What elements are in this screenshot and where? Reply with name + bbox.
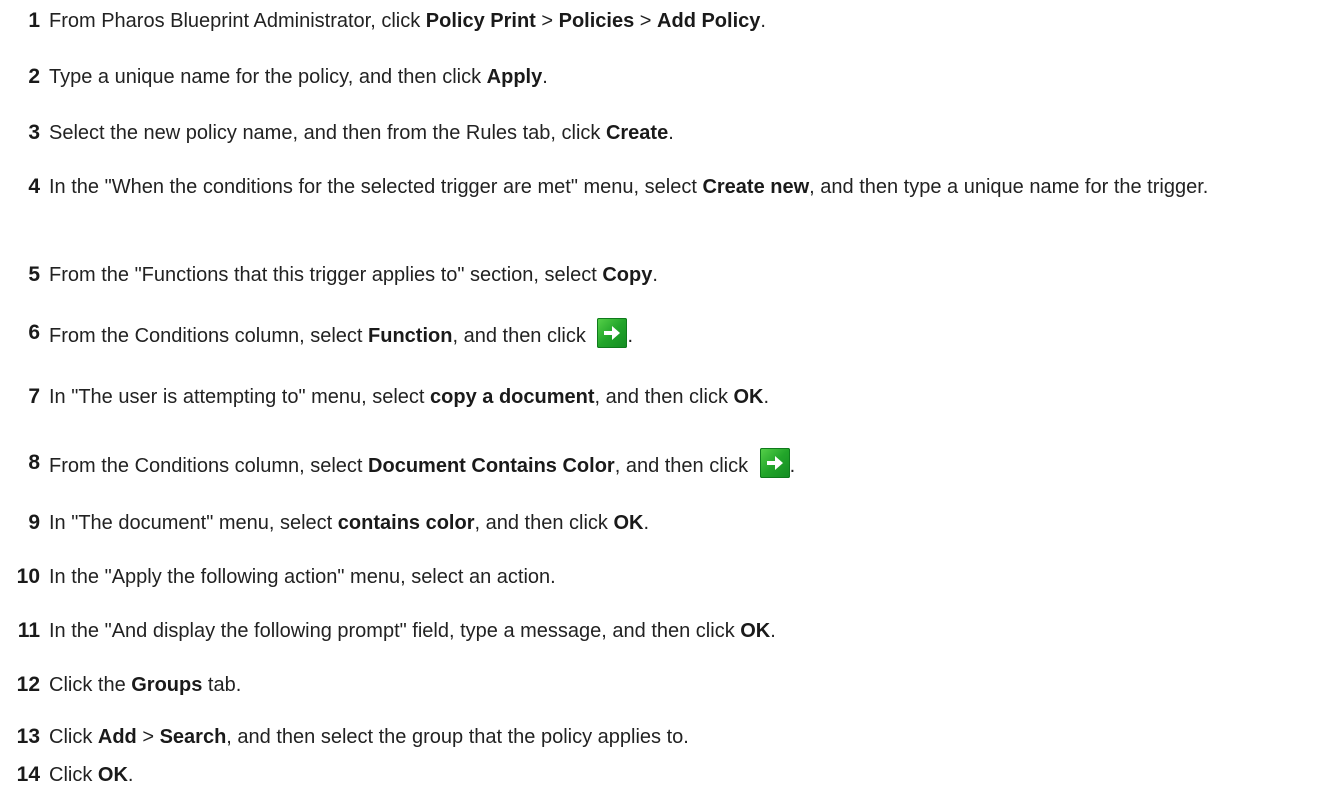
- text-segment: .: [542, 66, 548, 88]
- text-segment: From the "Functions that this trigger ap…: [49, 264, 603, 286]
- step-text: Click the Groups tab.: [40, 670, 1320, 700]
- step-text: In the "Apply the following action" menu…: [40, 562, 1320, 592]
- step-6: 6 From the Conditions column, select Fun…: [0, 318, 1320, 351]
- step-text: In "The document" menu, select contains …: [40, 508, 1320, 538]
- ui-term: OK: [733, 386, 764, 408]
- step-number: 13: [16, 725, 40, 748]
- text-segment: .: [643, 512, 650, 534]
- ui-term: copy a document: [430, 386, 595, 408]
- step-text: From the "Functions that this trigger ap…: [40, 260, 1320, 290]
- step-11: 11 In the "And display the following pro…: [0, 616, 1320, 646]
- text-segment: .: [789, 455, 796, 477]
- text-segment: In "The user is attempting to" menu, sel…: [49, 386, 431, 408]
- ui-term: Policy Print: [425, 10, 536, 32]
- ui-term: Create: [605, 122, 669, 144]
- step-14: 14 Click OK.: [0, 760, 1320, 790]
- step-text: In the "When the conditions for the sele…: [40, 172, 1320, 202]
- text-segment: >: [535, 10, 559, 32]
- text-segment: In "The document" menu, select: [49, 512, 338, 534]
- ui-term: Add: [97, 726, 137, 748]
- step-4: 4 In the "When the conditions for the se…: [0, 172, 1320, 202]
- step-8: 8 From the Conditions column, select Doc…: [0, 448, 1320, 481]
- step-number: 5: [28, 263, 40, 286]
- text-segment: .: [652, 264, 658, 286]
- step-number: 9: [28, 511, 40, 534]
- text-segment: , and then select the group that the pol…: [226, 726, 689, 748]
- step-number: 3: [28, 121, 40, 144]
- step-number: 2: [28, 65, 40, 88]
- ui-term: OK: [740, 620, 771, 642]
- text-segment: >: [634, 10, 658, 32]
- ui-term: Policies: [558, 10, 635, 32]
- ui-term: Copy: [602, 264, 653, 286]
- step-text: From Pharos Blueprint Administrator, cli…: [40, 6, 1320, 36]
- step-number: 7: [28, 385, 40, 408]
- ui-term: Document Contains Color: [368, 455, 615, 477]
- step-number: 11: [17, 619, 40, 642]
- step-5: 5 From the "Functions that this trigger …: [0, 260, 1320, 290]
- step-7: 7 In "The user is attempting to" menu, s…: [0, 382, 1320, 412]
- ui-term: OK: [613, 512, 644, 534]
- step-text: From the Conditions column, select Docum…: [40, 448, 1320, 481]
- text-segment: .: [763, 386, 770, 408]
- text-segment: Click: [49, 726, 98, 748]
- text-segment: Click: [49, 764, 98, 786]
- ui-term: Create new: [702, 176, 810, 198]
- step-1: 1 From Pharos Blueprint Administrator, c…: [0, 6, 1320, 36]
- step-number: 10: [16, 565, 40, 588]
- step-text: Select the new policy name, and then fro…: [40, 118, 1320, 148]
- step-number: 14: [16, 763, 40, 786]
- ui-term: Search: [159, 726, 227, 748]
- text-segment: In the "When the conditions for the sele…: [49, 176, 703, 198]
- ui-term: Apply: [486, 66, 543, 88]
- step-12: 12 Click the Groups tab.: [0, 670, 1320, 700]
- step-text: From the Conditions column, select Funct…: [40, 318, 1320, 351]
- green-arrow-right-icon: [597, 318, 628, 348]
- step-number: 6: [28, 321, 40, 344]
- ui-term: Groups: [131, 674, 203, 696]
- step-number: 12: [16, 673, 40, 696]
- step-text: Type a unique name for the policy, and t…: [40, 62, 1320, 92]
- step-number: 8: [28, 451, 40, 474]
- procedure-steps: 1 From Pharos Blueprint Administrator, c…: [0, 0, 1329, 797]
- text-segment: tab.: [202, 674, 242, 696]
- ui-term: Function: [368, 325, 453, 347]
- step-text: In "The user is attempting to" menu, sel…: [40, 382, 1320, 412]
- step-number: 4: [28, 175, 40, 198]
- text-segment: From the Conditions column, select: [49, 455, 369, 477]
- text-segment: , and then click: [614, 455, 754, 477]
- text-segment: Select the new policy name, and then fro…: [49, 122, 606, 144]
- text-segment: >: [136, 726, 160, 748]
- text-segment: Type a unique name for the policy, and t…: [49, 66, 487, 88]
- step-3: 3 Select the new policy name, and then f…: [0, 118, 1320, 148]
- green-arrow-right-icon: [759, 448, 790, 478]
- text-segment: From Pharos Blueprint Administrator, cli…: [49, 10, 426, 32]
- step-9: 9 In "The document" menu, select contain…: [0, 508, 1320, 538]
- step-2: 2 Type a unique name for the policy, and…: [0, 62, 1320, 92]
- text-segment: .: [668, 122, 674, 144]
- ui-term: OK: [97, 764, 128, 786]
- step-10: 10 In the "Apply the following action" m…: [0, 562, 1320, 592]
- text-segment: In the "And display the following prompt…: [49, 620, 741, 642]
- text-segment: , and then click: [474, 512, 614, 534]
- text-segment: .: [627, 325, 633, 347]
- step-13: 13 Click Add > Search, and then select t…: [0, 722, 1320, 752]
- ui-term: Add Policy: [657, 10, 761, 32]
- text-segment: .: [770, 620, 776, 642]
- text-segment: From the Conditions column, select: [49, 325, 369, 347]
- step-text: In the "And display the following prompt…: [40, 616, 1320, 646]
- step-text: Click Add > Search, and then select the …: [40, 722, 1320, 752]
- text-segment: .: [760, 10, 766, 32]
- text-segment: .: [127, 764, 134, 786]
- text-segment: In the "Apply the following action" menu…: [49, 566, 556, 588]
- step-number: 1: [28, 9, 40, 32]
- ui-term: contains color: [337, 512, 475, 534]
- text-segment: , and then click: [452, 325, 592, 347]
- step-text: Click OK.: [40, 760, 1320, 790]
- text-segment: , and then click: [594, 386, 734, 408]
- text-segment: , and then type a unique name for the tr…: [809, 176, 1209, 198]
- text-segment: Click the: [49, 674, 132, 696]
